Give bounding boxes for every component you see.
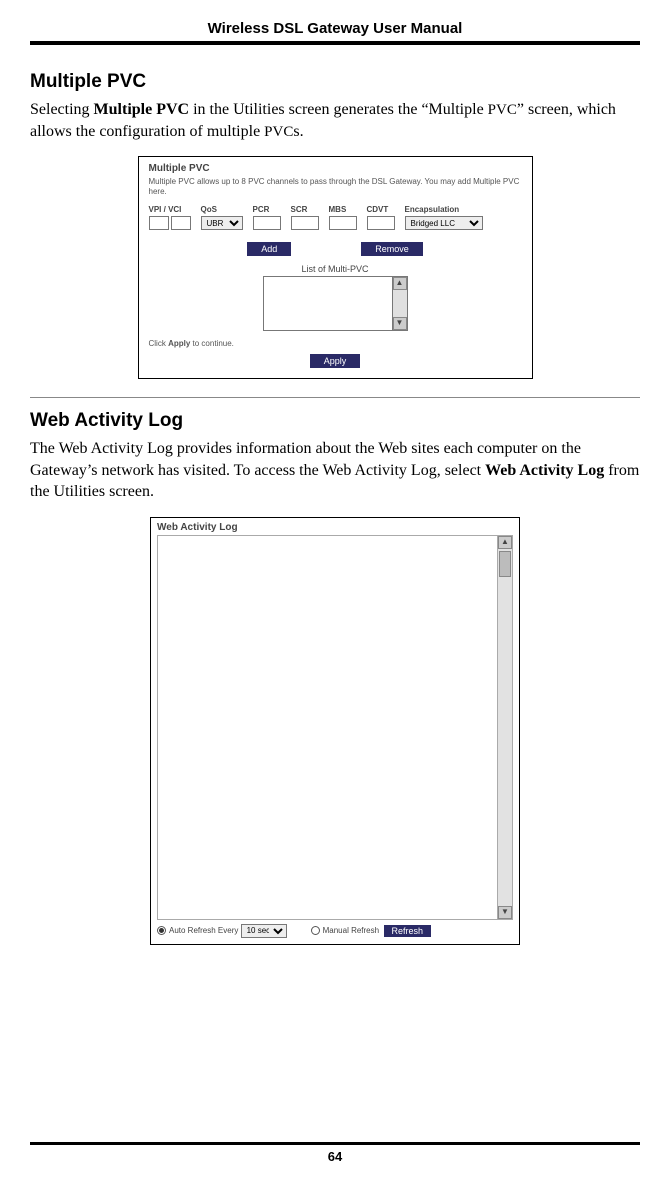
log-textarea[interactable]: ▲ ▼ [157, 535, 513, 920]
radio-checked-icon[interactable] [157, 926, 166, 935]
scroll-thumb[interactable] [499, 551, 511, 577]
header-rule [30, 41, 640, 45]
text: Click [149, 339, 169, 348]
label-scr: SCR [291, 205, 319, 214]
section-divider [30, 397, 640, 398]
scr-input[interactable] [291, 216, 319, 230]
apply-hint: Click Apply to continue. [149, 339, 234, 348]
vpi-input[interactable] [149, 216, 169, 230]
add-button[interactable]: Add [247, 242, 291, 256]
text: Selecting [30, 101, 94, 118]
text-bold: Multiple PVC [94, 101, 190, 118]
log-footer: Auto Refresh Every 10 sec Manual Refresh… [157, 924, 513, 938]
auto-refresh-label: Auto Refresh Every [169, 926, 238, 935]
label-mbs: MBS [329, 205, 357, 214]
manual-refresh-option[interactable]: Manual Refresh Refresh [311, 925, 431, 937]
listbox-scrollbar[interactable]: ▲ ▼ [392, 277, 407, 330]
pvc-field-row: VPI / VCI QoS UBR PCR SCR [149, 205, 522, 230]
text-bold: Apply [168, 339, 190, 348]
label-qos: QoS [201, 205, 243, 214]
screenshot-web-activity-log: Web Activity Log ▲ ▼ Auto Refresh Every … [150, 517, 520, 945]
list-label: List of Multi-PVC [149, 264, 522, 274]
cdvt-input[interactable] [367, 216, 395, 230]
mbs-input[interactable] [329, 216, 357, 230]
text: to continue. [190, 339, 234, 348]
pvc-button-row: Add Remove [149, 242, 522, 256]
footer-rule [30, 1142, 640, 1145]
text-smallcaps: PVC [488, 102, 517, 118]
apply-button[interactable]: Apply [310, 354, 361, 368]
qos-select[interactable]: UBR [201, 216, 243, 230]
scroll-down-icon[interactable]: ▼ [498, 906, 512, 919]
page-number: 64 [30, 1149, 640, 1164]
text-smallcaps: PVC [264, 124, 293, 140]
paragraph-multiple-pvc: Selecting Multiple PVC in the Utilities … [30, 99, 640, 142]
scroll-up-icon[interactable]: ▲ [498, 536, 512, 549]
pcr-input[interactable] [253, 216, 281, 230]
page-footer: 64 [30, 1142, 640, 1164]
auto-refresh-select[interactable]: 10 sec [241, 924, 287, 938]
text: s. [293, 123, 303, 140]
pvc-title: Multiple PVC [149, 163, 522, 174]
vci-input[interactable] [171, 216, 191, 230]
screenshot-multiple-pvc: Multiple PVC Multiple PVC allows up to 8… [138, 156, 533, 379]
multi-pvc-listbox[interactable]: ▲ ▼ [263, 276, 408, 331]
label-cdvt: CDVT [367, 205, 395, 214]
log-scrollbar[interactable]: ▲ ▼ [497, 536, 512, 919]
radio-unchecked-icon[interactable] [311, 926, 320, 935]
manual-refresh-label: Manual Refresh [323, 926, 379, 935]
label-pcr: PCR [253, 205, 281, 214]
refresh-button[interactable]: Refresh [384, 925, 432, 937]
scroll-up-icon[interactable]: ▲ [393, 277, 407, 290]
section-heading-web-activity-log: Web Activity Log [30, 410, 640, 432]
pvc-desc: Multiple PVC allows up to 8 PVC channels… [149, 177, 522, 197]
scroll-track[interactable] [498, 579, 512, 906]
doc-header: Wireless DSL Gateway User Manual [30, 20, 640, 41]
section-heading-multiple-pvc: Multiple PVC [30, 71, 640, 93]
paragraph-web-activity-log: The Web Activity Log provides informatio… [30, 438, 640, 503]
auto-refresh-option[interactable]: Auto Refresh Every 10 sec [157, 924, 287, 938]
log-title: Web Activity Log [157, 522, 513, 533]
label-vpi-vci: VPI / VCI [149, 205, 191, 214]
encap-select[interactable]: Bridged LLC [405, 216, 483, 230]
remove-button[interactable]: Remove [361, 242, 423, 256]
text: in the Utilities screen generates the “M… [189, 101, 488, 118]
label-encap: Encapsulation [405, 205, 483, 214]
scroll-down-icon[interactable]: ▼ [393, 317, 407, 330]
text-bold: Web Activity Log [485, 462, 604, 479]
